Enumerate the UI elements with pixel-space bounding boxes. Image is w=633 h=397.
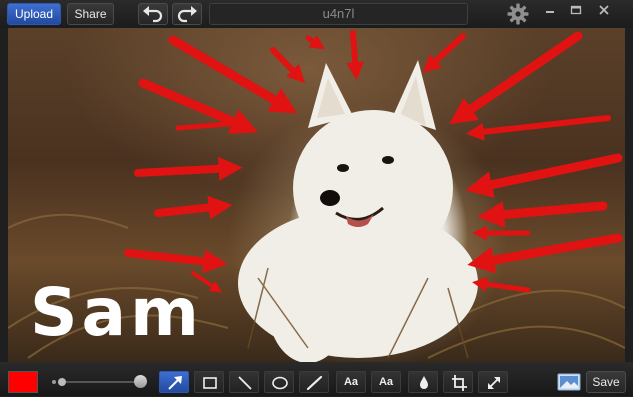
arrow — [124, 249, 228, 274]
arrow — [154, 195, 233, 220]
text-tool[interactable]: Aa — [336, 371, 366, 393]
pen-tool[interactable] — [299, 371, 329, 393]
handwritten-annotation-text[interactable]: Sam — [30, 280, 203, 346]
slider-min-dot — [52, 380, 56, 384]
save-button[interactable]: Save — [586, 371, 626, 393]
redo-button[interactable] — [172, 3, 202, 25]
close-icon[interactable] — [592, 2, 616, 20]
arrow — [465, 115, 611, 141]
pen-icon — [306, 375, 323, 391]
blur-tool[interactable] — [408, 371, 438, 393]
expand-icon — [488, 377, 500, 389]
resize-tool[interactable] — [478, 371, 508, 393]
gear-icon[interactable] — [506, 2, 530, 26]
undo-button[interactable] — [138, 3, 168, 25]
arrow — [134, 156, 243, 181]
slider-small-handle[interactable] — [58, 378, 66, 386]
arrow — [175, 116, 246, 132]
arrow — [270, 47, 305, 84]
image-canvas[interactable]: Sam — [8, 28, 625, 362]
maximize-icon[interactable] — [564, 2, 588, 20]
ellipse-icon — [272, 376, 288, 390]
arrow — [346, 30, 365, 81]
arrow — [305, 34, 325, 50]
top-toolbar: Upload Share u4n7l — [0, 0, 633, 28]
arrow-icon — [168, 376, 182, 390]
arrow — [449, 31, 583, 125]
upload-button[interactable]: Upload — [7, 3, 61, 25]
slider-handle[interactable] — [134, 375, 147, 388]
arrow — [477, 201, 608, 229]
arrow — [422, 33, 466, 73]
minimize-icon[interactable] — [538, 2, 562, 20]
color-picker-swatch[interactable] — [8, 371, 38, 393]
rectangle-icon — [203, 377, 217, 389]
crop-icon — [452, 375, 467, 391]
rectangle-tool[interactable] — [194, 371, 224, 393]
redo-icon — [177, 6, 197, 23]
slider-track — [66, 381, 138, 383]
stroke-size-slider[interactable] — [52, 375, 150, 389]
ellipse-tool[interactable] — [264, 371, 294, 393]
crop-tool[interactable] — [443, 371, 473, 393]
save-to-computer-button[interactable] — [557, 372, 581, 392]
text-background-tool-label: Aa — [378, 376, 394, 388]
image-title-field[interactable]: u4n7l — [209, 3, 468, 25]
share-button[interactable]: Share — [67, 3, 114, 25]
arrow — [465, 153, 623, 198]
text-tool-label: Aa — [343, 376, 359, 388]
text-background-tool[interactable]: Aa — [371, 371, 401, 393]
arrow — [467, 233, 623, 274]
droplet-icon — [420, 376, 428, 389]
bottom-toolbar: Aa Aa Save — [0, 362, 633, 396]
line-icon — [238, 376, 252, 390]
arrow-tool[interactable] — [159, 371, 189, 393]
undo-icon — [143, 6, 163, 23]
line-tool[interactable] — [229, 371, 259, 393]
picture-icon — [557, 373, 581, 391]
arrow — [472, 276, 531, 293]
